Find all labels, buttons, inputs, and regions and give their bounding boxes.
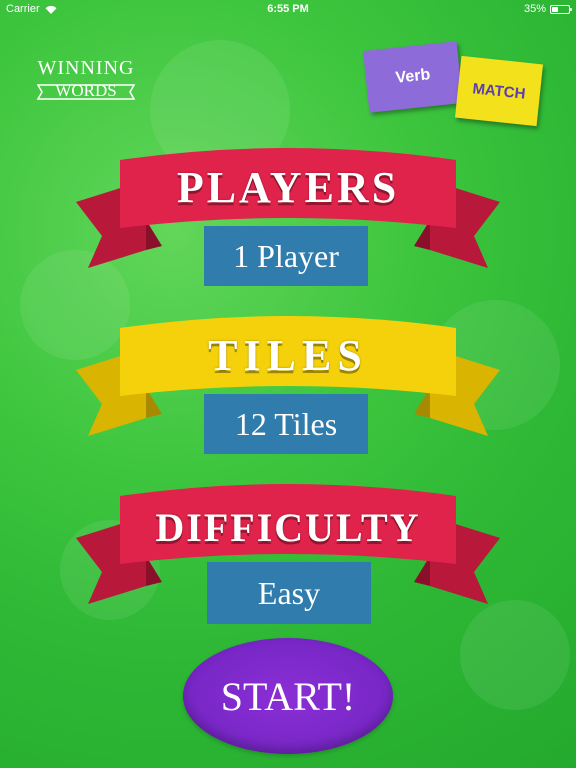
players-value-button[interactable]: 1 Player — [204, 226, 368, 286]
battery-icon — [550, 4, 572, 14]
players-title: PLAYERS — [176, 163, 400, 212]
logo-banner: WORDS — [26, 80, 146, 104]
match-tile[interactable]: MATCH — [454, 55, 544, 127]
logo-line2: WORDS — [55, 81, 117, 100]
status-right: 35% — [523, 0, 572, 18]
winning-words-logo: WINNING WORDS — [26, 58, 146, 110]
tiles-value-button[interactable]: 12 Tiles — [204, 394, 368, 454]
difficulty-value-button[interactable]: Easy — [207, 562, 371, 624]
verb-tile[interactable]: Verb — [363, 41, 463, 113]
clock: 6:55 PM — [267, 3, 309, 15]
battery-percent: 35% — [523, 3, 546, 15]
start-button[interactable]: START! — [183, 638, 393, 754]
difficulty-title: DIFFICULTY — [155, 505, 421, 550]
bokeh-light — [460, 600, 570, 710]
battery-fill — [552, 6, 558, 12]
status-bar: Carrier 6:55 PM 35% — [0, 0, 576, 18]
battery-tip — [570, 7, 572, 11]
tiles-title: TILES — [208, 331, 368, 380]
logo-line1: WINNING — [37, 57, 135, 79]
